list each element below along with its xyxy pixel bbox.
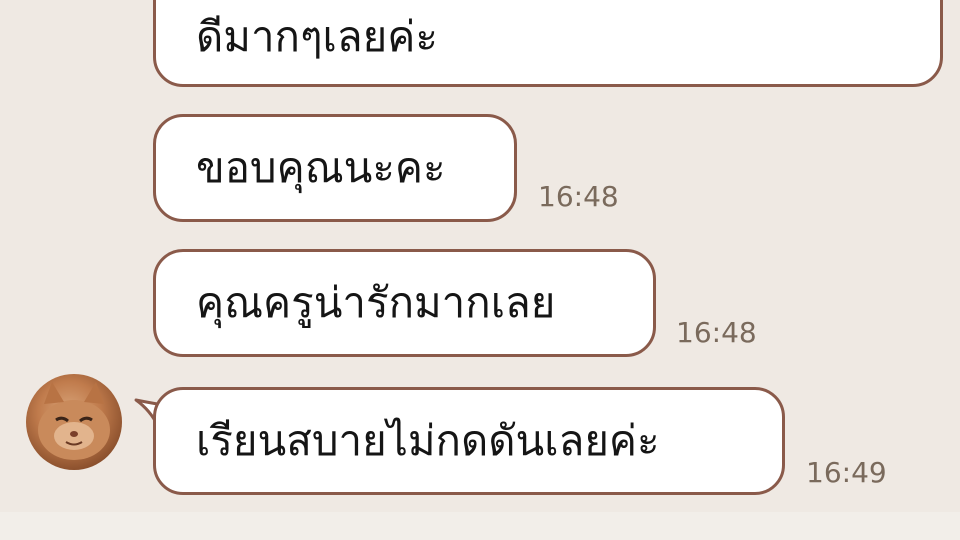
message-text: คุณครูน่ารักมากเลย xyxy=(196,278,556,327)
chat-area[interactable]: ดีมากๆเลยค่ะ ขอบคุณนะคะ 16:48 คุณครูน่าร… xyxy=(0,0,960,512)
message-bubble[interactable]: ขอบคุณนะคะ xyxy=(153,114,517,222)
footer-strip xyxy=(0,512,960,540)
message-timestamp: 16:48 xyxy=(538,180,619,213)
message-timestamp: 16:49 xyxy=(806,456,887,489)
message-timestamp: 16:48 xyxy=(676,316,757,349)
message-text: เรียนสบายไม่กดดันเลยค่ะ xyxy=(196,416,660,465)
message-text: ขอบคุณนะคะ xyxy=(196,143,446,192)
cat-face-icon xyxy=(38,382,110,460)
message-bubble[interactable]: เรียนสบายไม่กดดันเลยค่ะ xyxy=(153,387,785,495)
message-bubble[interactable]: คุณครูน่ารักมากเลย xyxy=(153,249,656,357)
message-bubble[interactable]: ดีมากๆเลยค่ะ xyxy=(153,0,943,87)
cat-avatar-icon[interactable] xyxy=(26,374,122,470)
message-text: ดีมากๆเลยค่ะ xyxy=(196,12,438,61)
